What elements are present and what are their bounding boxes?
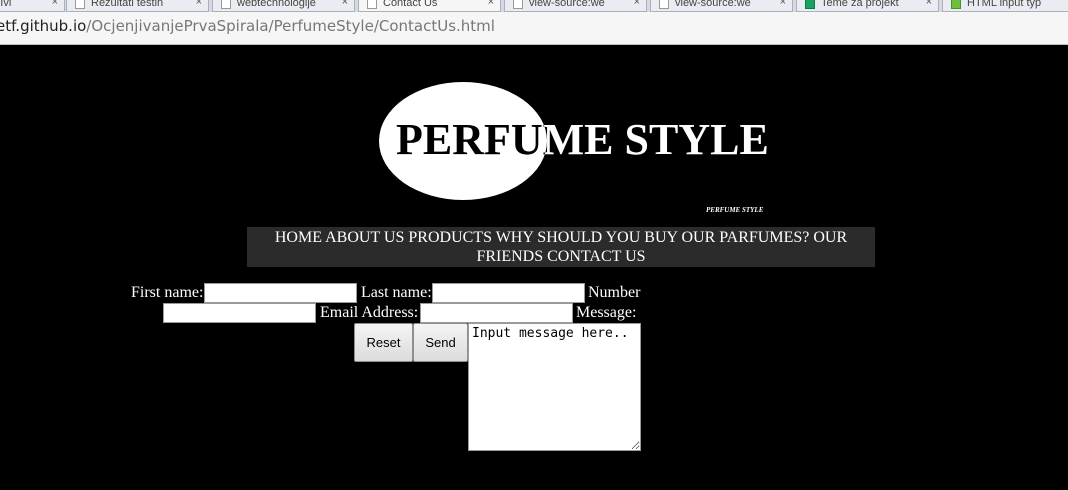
page-icon	[221, 0, 231, 9]
tab-label: Rezultati testin	[91, 0, 164, 9]
nav-why-buy[interactable]: WHY SHOULD YOU BUY OUR PARFUMES?	[496, 229, 810, 246]
browser-tabstrip: eri:Ivi × Rezultati testin × webtechnolo…	[0, 0, 1068, 12]
last-name-label: Last name:	[361, 284, 432, 301]
close-icon[interactable]: ×	[780, 0, 786, 8]
nav-about-us[interactable]: ABOUT US	[325, 229, 404, 246]
address-bar[interactable]: etf.github.io/OcjenjivanjePrvaSpirala/Pe…	[0, 12, 1068, 45]
browser-tab[interactable]: eri:Ivi ×	[0, 0, 65, 12]
tab-label: HTML input typ	[967, 0, 1042, 9]
browser-tab[interactable]: HTML input typ	[942, 0, 1068, 12]
main-nav: HOME ABOUT US PRODUCTS WHY SHOULD YOU BU…	[247, 227, 875, 267]
tab-label: webtechnologije	[237, 0, 316, 9]
reset-button[interactable]: Reset	[354, 323, 413, 362]
tab-label: view-source:we	[675, 0, 751, 9]
send-button[interactable]: Send	[413, 323, 468, 362]
close-icon[interactable]: ×	[488, 0, 494, 8]
last-name-field[interactable]	[432, 283, 585, 303]
number-field[interactable]	[163, 303, 316, 323]
url-host: etf.github.io	[0, 17, 87, 35]
browser-tab[interactable]: webtechnologije ×	[212, 0, 355, 12]
nav-home[interactable]: HOME	[275, 229, 322, 246]
tab-label: Contact Us	[383, 0, 438, 9]
nav-products[interactable]: PRODUCTS	[408, 229, 492, 246]
close-icon[interactable]: ×	[342, 0, 348, 8]
first-name-field[interactable]	[204, 283, 357, 303]
tab-label: view-source:we	[529, 0, 605, 9]
green-icon	[951, 0, 961, 9]
logo: PERFUME STYLE PERFUME STYLE	[378, 82, 788, 202]
browser-tab-active[interactable]: Contact Us ×	[358, 0, 501, 12]
nav-contact-us[interactable]: CONTACT US	[547, 248, 645, 265]
page-icon	[367, 0, 377, 9]
close-icon[interactable]: ×	[926, 0, 932, 8]
page-icon	[659, 0, 669, 9]
tab-label: eri:Ivi	[0, 0, 12, 9]
first-name-label: First name:	[131, 284, 204, 301]
sheet-icon	[805, 0, 815, 9]
close-icon[interactable]: ×	[634, 0, 640, 8]
page-icon	[75, 0, 85, 9]
logo-small-text: PERFUME STYLE	[706, 206, 764, 214]
message-label: Message:	[576, 304, 637, 321]
number-label: Number	[588, 284, 641, 301]
page-icon	[513, 0, 523, 9]
url-text[interactable]: etf.github.io/OcjenjivanjePrvaSpirala/Pe…	[0, 17, 495, 35]
close-icon[interactable]: ×	[196, 0, 202, 8]
tab-label: Teme za projekt	[821, 0, 899, 9]
email-field[interactable]	[420, 303, 573, 323]
url-path: /OcjenjivanjePrvaSpirala/PerfumeStyle/Co…	[86, 17, 495, 35]
browser-tab[interactable]: view-source:we ×	[650, 0, 793, 12]
browser-tab[interactable]: Teme za projekt ×	[796, 0, 939, 12]
logo-title-svg: PERFUME STYLE PERFUME STYLE	[396, 115, 769, 164]
message-textarea[interactable]: Input message here..	[468, 323, 641, 451]
close-icon[interactable]: ×	[52, 0, 58, 8]
browser-tab[interactable]: view-source:we ×	[504, 0, 647, 12]
email-label: Email Address:	[320, 304, 419, 321]
browser-tab[interactable]: Rezultati testin ×	[66, 0, 209, 12]
page-content: PERFUME STYLE PERFUME STYLE PERFUME STYL…	[0, 46, 1068, 490]
